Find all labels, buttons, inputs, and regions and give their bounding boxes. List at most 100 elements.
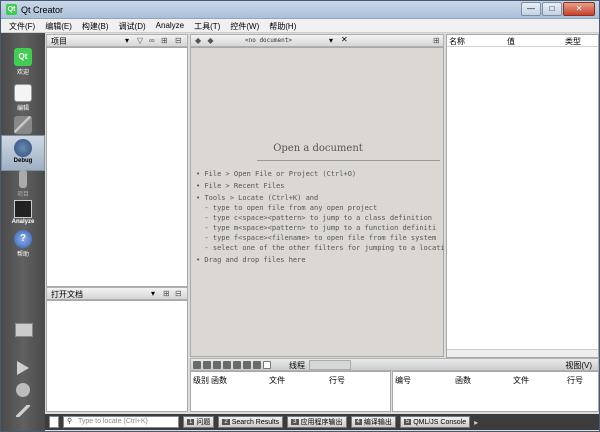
menu-analyze[interactable]: Analyze bbox=[152, 19, 190, 32]
open-docs-pane-title: 打开文档 bbox=[51, 290, 83, 299]
menu-debug[interactable]: 调试(D) bbox=[115, 19, 152, 32]
mode-debug[interactable]: Debug bbox=[1, 135, 45, 171]
mode-welcome[interactable]: Qt 欢迎 bbox=[1, 45, 45, 81]
locals-watch-view[interactable]: 名称 值 类型 bbox=[446, 34, 599, 358]
menu-edit[interactable]: 编辑(E) bbox=[41, 19, 78, 32]
hint-line: - type c<space><pattern> to jump to a cl… bbox=[196, 214, 433, 222]
close-button[interactable]: ✕ bbox=[563, 2, 595, 16]
tab-qml-console[interactable]: 5 QML/JS Console bbox=[399, 416, 471, 428]
mode-selector: Qt 欢迎 编辑 设计 Debug 项目 Analyze ? 帮助 bbox=[1, 33, 45, 431]
menu-bar: 文件(F) 编辑(E) 构建(B) 调试(D) Analyze 工具(T) 控件… bbox=[1, 19, 599, 33]
target-selector-icon[interactable] bbox=[15, 323, 33, 337]
menu-widgets[interactable]: 控件(W) bbox=[226, 19, 265, 32]
projects-pane-header: 项目 ▾ ▽ ∞ ⊞ ⊟ bbox=[46, 34, 188, 47]
hint-line: - type to open file from any open projec… bbox=[196, 204, 378, 212]
status-bar: ⚲ Type to locate (Ctrl+K) 1 问题 2 Search Re… bbox=[45, 414, 599, 430]
more-tabs-icon[interactable]: ▸ bbox=[474, 418, 478, 427]
column-level[interactable]: 级别 bbox=[193, 375, 209, 386]
analyze-monitor-icon bbox=[14, 200, 32, 218]
document-combo[interactable]: <no document> bbox=[245, 37, 292, 44]
mode-help[interactable]: ? 帮助 bbox=[1, 227, 45, 263]
view-menu[interactable]: 视图(V) bbox=[565, 360, 592, 371]
continue-icon[interactable] bbox=[193, 361, 201, 369]
close-pane-icon[interactable]: ⊟ bbox=[175, 289, 182, 298]
run-icon[interactable] bbox=[17, 361, 29, 375]
column-number[interactable]: 编号 bbox=[395, 375, 411, 386]
restart-icon[interactable] bbox=[243, 361, 251, 369]
horizontal-scrollbar[interactable] bbox=[447, 349, 598, 357]
column-file[interactable]: 文件 bbox=[269, 375, 285, 386]
tab-search-results[interactable]: 2 Search Results bbox=[218, 416, 284, 428]
column-line[interactable]: 行号 bbox=[329, 375, 345, 386]
qt-app-icon: Qt bbox=[6, 4, 17, 15]
column-line[interactable]: 行号 bbox=[567, 375, 583, 386]
close-document-icon[interactable]: ✕ bbox=[341, 35, 348, 44]
link-icon[interactable]: ∞ bbox=[149, 36, 155, 45]
tab-application-output[interactable]: 3 应用程序输出 bbox=[287, 416, 347, 428]
column-file[interactable]: 文件 bbox=[513, 375, 529, 386]
hint-line: • Tools > Locate (Ctrl+K) and bbox=[196, 194, 319, 202]
split-icon[interactable]: ⊞ bbox=[163, 289, 170, 298]
heading-divider bbox=[257, 160, 440, 161]
step-into-icon[interactable] bbox=[223, 361, 231, 369]
stop-icon[interactable] bbox=[203, 361, 211, 369]
maximize-button[interactable]: □ bbox=[542, 2, 562, 16]
debugger-toolbar: 线程 视图(V) bbox=[190, 358, 599, 371]
hint-line: - select one of the other filters for ju… bbox=[196, 244, 445, 252]
title-bar: Qt Qt Creator — □ ✕ bbox=[1, 1, 599, 19]
locate-placeholder: Type to locate (Ctrl+K) bbox=[78, 418, 148, 425]
threads-label: 线程 bbox=[289, 361, 305, 370]
qt-creator-window: Qt Qt Creator — □ ✕ 文件(F) 编辑(E) 构建(B) 调试… bbox=[0, 0, 600, 432]
step-out-icon[interactable] bbox=[233, 361, 241, 369]
minimize-button[interactable]: — bbox=[521, 2, 541, 16]
breakpoints-view[interactable]: 编号 函数 文件 行号 bbox=[392, 371, 599, 412]
close-pane-icon[interactable]: ⊟ bbox=[175, 36, 182, 45]
threads-combo[interactable] bbox=[309, 360, 351, 370]
tab-compile-output[interactable]: 4 编译输出 bbox=[350, 416, 396, 428]
tab-issues[interactable]: 1 问题 bbox=[183, 416, 215, 428]
filter-icon[interactable]: ▽ bbox=[137, 36, 143, 45]
hint-line: - type f<space><filename> to open file f… bbox=[196, 234, 437, 242]
toggle-sidebar-button[interactable] bbox=[49, 416, 59, 428]
debug-run-icon[interactable] bbox=[16, 383, 30, 397]
stack-view[interactable]: 级别 函数 文件 行号 bbox=[190, 371, 391, 412]
hint-line: • File > Open File or Project (Ctrl+O) bbox=[196, 170, 357, 178]
help-icon: ? bbox=[14, 230, 32, 248]
build-hammer-icon[interactable] bbox=[16, 405, 30, 417]
reverse-icon[interactable] bbox=[253, 361, 261, 369]
open-document-heading: Open a document bbox=[273, 143, 363, 154]
mode-edit[interactable]: 编辑 bbox=[1, 81, 45, 117]
edit-document-icon bbox=[14, 84, 32, 102]
hint-line: • File > Recent Files bbox=[196, 182, 285, 190]
qt-logo-icon: Qt bbox=[14, 48, 32, 66]
menu-file[interactable]: 文件(F) bbox=[5, 19, 41, 32]
hint-line: - type m<space><pattern> to jump to a fu… bbox=[196, 224, 437, 232]
design-pen-icon bbox=[14, 116, 32, 134]
projects-tree[interactable] bbox=[46, 47, 188, 287]
column-function[interactable]: 函数 bbox=[211, 375, 227, 386]
hint-line: • Drag and drop files here bbox=[196, 256, 306, 264]
editor-toolbar: ◆ ◆ <no document> ▾ ✕ ⊞ bbox=[190, 34, 444, 47]
split-icon[interactable]: ⊞ bbox=[433, 36, 440, 45]
back-arrow-icon[interactable]: ◆ bbox=[195, 36, 201, 45]
projects-pane-title: 项目 bbox=[51, 37, 67, 46]
editor-area[interactable]: Open a document • File > Open File or Pr… bbox=[190, 47, 445, 357]
open-docs-pane-header: 打开文档 ▾ ⊞ ⊟ bbox=[46, 287, 188, 300]
menu-build[interactable]: 构建(B) bbox=[78, 19, 115, 32]
step-over-icon[interactable] bbox=[213, 361, 221, 369]
disassembly-icon[interactable] bbox=[263, 361, 271, 369]
debug-bug-icon bbox=[14, 139, 32, 157]
menu-tools[interactable]: 工具(T) bbox=[190, 19, 226, 32]
chevron-down-icon[interactable]: ▾ bbox=[125, 36, 129, 45]
column-function[interactable]: 函数 bbox=[455, 375, 471, 386]
open-docs-list[interactable] bbox=[46, 300, 188, 412]
forward-arrow-icon[interactable]: ◆ bbox=[207, 36, 213, 45]
locate-input[interactable]: ⚲ Type to locate (Ctrl+K) bbox=[63, 416, 179, 428]
chevron-down-icon[interactable]: ▾ bbox=[151, 289, 155, 298]
projects-wrench-icon bbox=[19, 170, 27, 188]
window-title: Qt Creator bbox=[21, 5, 64, 15]
split-icon[interactable]: ⊞ bbox=[161, 36, 168, 45]
menu-help[interactable]: 帮助(H) bbox=[265, 19, 302, 32]
search-icon: ⚲ bbox=[67, 418, 73, 425]
chevron-down-icon[interactable]: ▾ bbox=[329, 36, 333, 45]
